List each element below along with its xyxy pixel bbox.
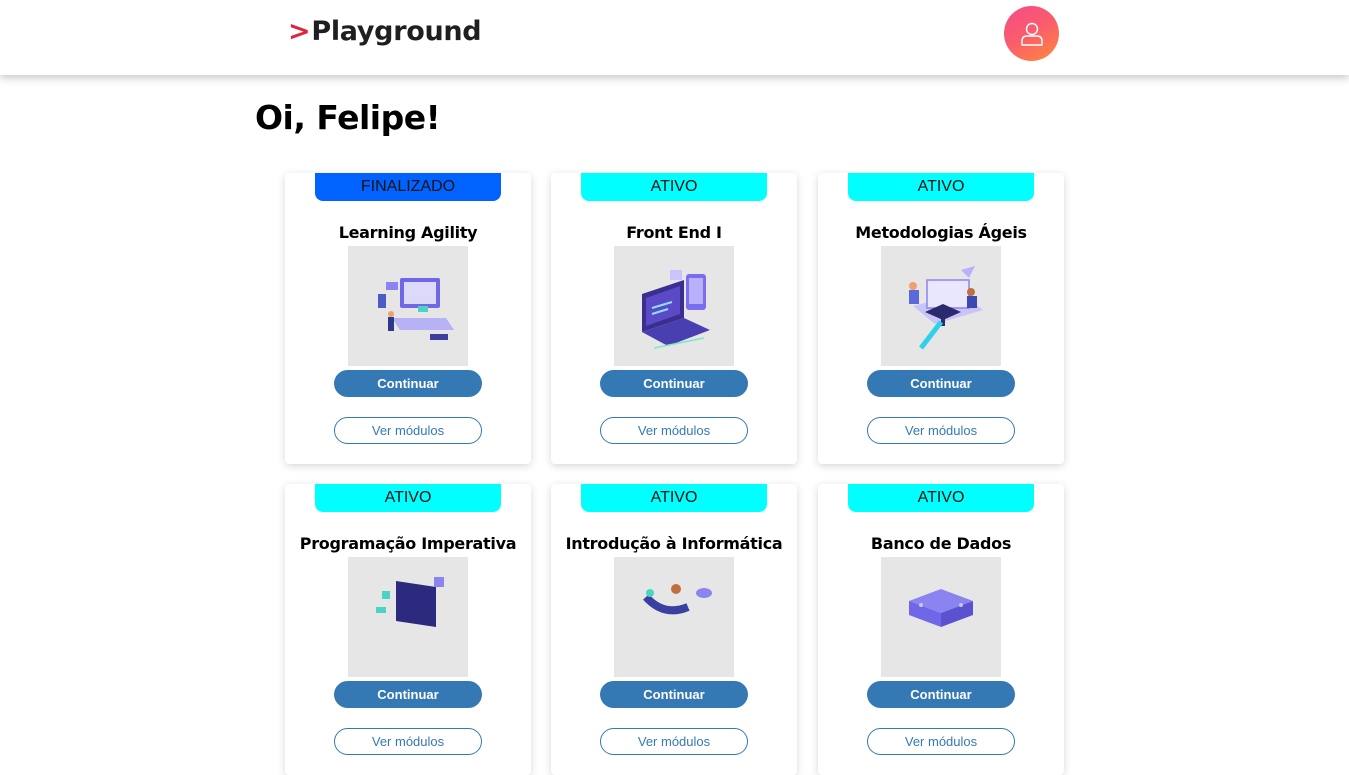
computer-learning-illustration [348,246,468,366]
greeting-heading: Oi, Felipe! [255,98,441,137]
programming-illustration [348,557,468,677]
playground-logo[interactable]: > Playground [288,16,482,47]
course-title: Metodologias Ágeis [855,223,1027,242]
logo-text: Playground [311,16,482,47]
course-title: Learning Agility [338,223,478,242]
continue-button[interactable]: Continuar [600,681,748,708]
status-badge: ATIVO [581,173,767,201]
user-avatar-button[interactable] [1004,6,1059,61]
status-badge: ATIVO [848,484,1034,512]
course-card-introducao-informatica: ATIVO Introdução à Informática Continuar… [551,484,797,775]
course-title: Banco de Dados [870,534,1012,553]
view-modules-button[interactable]: Ver módulos [334,728,482,755]
view-modules-button[interactable]: Ver módulos [600,417,748,444]
continue-button[interactable]: Continuar [867,370,1015,397]
course-card-front-end-i: ATIVO Front End I Continuar Ver módulos [551,173,797,464]
view-modules-button[interactable]: Ver módulos [867,728,1015,755]
status-badge: ATIVO [581,484,767,512]
continue-button[interactable]: Continuar [334,370,482,397]
course-title: Introdução à Informática [565,534,783,553]
status-badge: ATIVO [315,484,501,512]
logo-chevron: > [288,16,311,47]
course-card-metodologias-ageis: ATIVO Metodologias Ágeis Continuar Ver m… [818,173,1064,464]
graduation-study-illustration [881,246,1001,366]
top-header: > Playground [0,0,1349,75]
continue-button[interactable]: Continuar [600,370,748,397]
course-title: Programação Imperativa [299,534,517,553]
course-title: Front End I [626,223,722,242]
course-card-programacao-imperativa: ATIVO Programação Imperativa Continuar V… [285,484,531,775]
status-badge: FINALIZADO [315,173,501,201]
course-card-banco-de-dados: ATIVO Banco de Dados Continuar Ver módul… [818,484,1064,775]
computing-intro-illustration [614,557,734,677]
view-modules-button[interactable]: Ver módulos [867,417,1015,444]
database-servers-illustration [881,557,1001,677]
view-modules-button[interactable]: Ver módulos [334,417,482,444]
user-icon [1020,22,1043,46]
continue-button[interactable]: Continuar [334,681,482,708]
continue-button[interactable]: Continuar [867,681,1015,708]
status-badge: ATIVO [848,173,1034,201]
view-modules-button[interactable]: Ver módulos [600,728,748,755]
laptop-code-illustration [614,246,734,366]
course-card-learning-agility: FINALIZADO Learning Agility Continuar Ve… [285,173,531,464]
